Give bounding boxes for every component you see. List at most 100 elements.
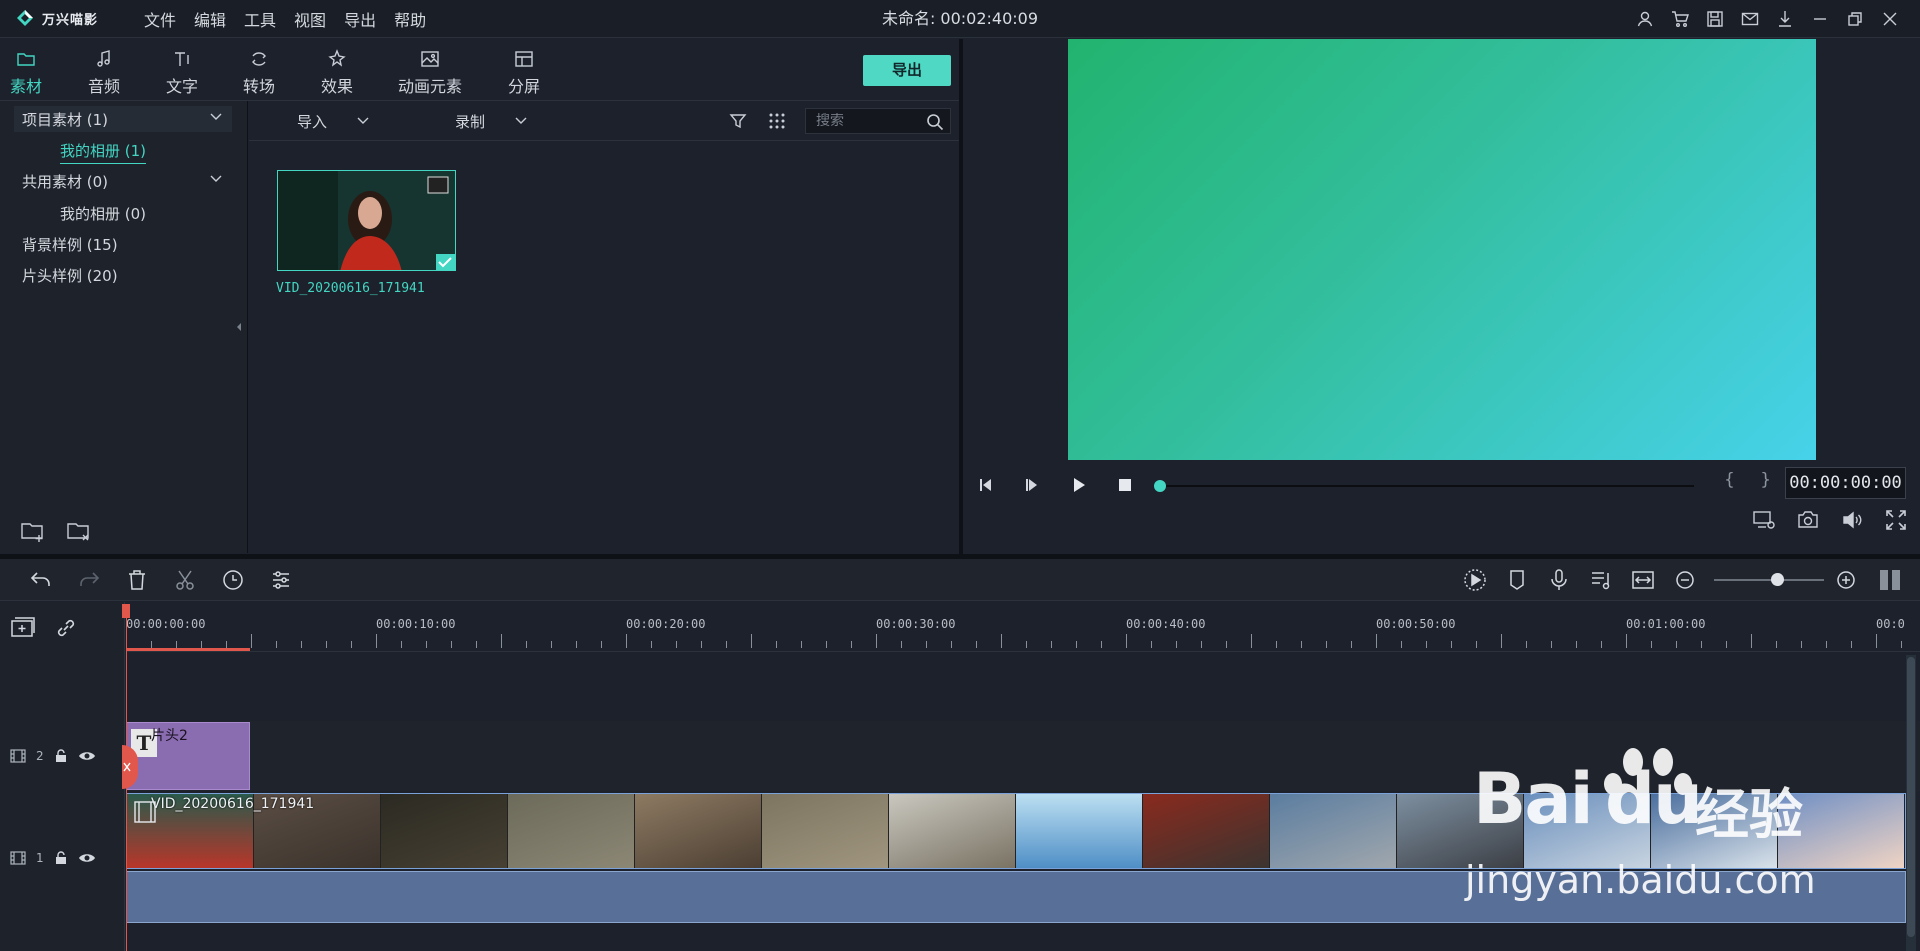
video-frame [1016,794,1143,868]
playhead-split-button[interactable] [122,745,138,789]
film-icon [10,851,26,865]
library-my-album-shared[interactable]: 我的相册 (0) [60,203,146,224]
audio-mixer-icon[interactable] [1588,567,1614,593]
mark-in-out-brackets[interactable]: { } [1724,470,1781,490]
eye-icon[interactable] [78,851,96,865]
tab-effects[interactable]: 效果 [321,49,353,97]
panel-toggle-icon[interactable] [1878,568,1902,592]
video-frame [762,794,889,868]
tab-media-label: 素材 [10,77,43,96]
render-settings-icon[interactable] [1752,508,1776,532]
zoom-out-icon[interactable] [1672,567,1698,593]
ruler-label: 00:01:00:00 [1626,617,1706,631]
tab-audio-label: 音频 [88,77,121,96]
title-clip-label: 片头2 [151,728,188,744]
prev-frame-button[interactable] [975,473,999,497]
library-project-media[interactable]: 项目素材 (1) [22,109,108,130]
scrubber-knob[interactable] [1154,480,1166,492]
export-button[interactable]: 导出 [863,55,951,86]
cart-icon[interactable] [1668,7,1692,31]
filter-icon[interactable] [729,112,747,130]
media-thumbnail[interactable] [277,170,456,271]
microphone-icon[interactable] [1546,567,1572,593]
adjust-sliders-icon[interactable] [268,567,294,593]
step-back-icon [980,479,991,491]
tab-elements[interactable]: 动画元素 [398,49,462,97]
menu-edit[interactable]: 编辑 [185,7,235,31]
speed-clock-icon[interactable] [220,567,246,593]
track-number: 1 [36,851,44,865]
next-frame-button[interactable] [1021,473,1045,497]
zoom-slider-knob[interactable] [1771,573,1784,586]
ruler-label: 00:00:30:00 [876,617,956,631]
video-clip-label: VID_20200616_171941 [151,796,315,812]
cut-icon[interactable] [172,567,198,593]
import-label: 导入 [297,112,328,131]
lock-icon[interactable] [54,749,68,763]
menu-export[interactable]: 导出 [335,7,385,31]
track-header-column [0,602,125,951]
grid-view-icon[interactable] [768,112,786,130]
download-icon[interactable] [1773,7,1797,31]
collapse-arrow-icon[interactable] [235,322,243,332]
lock-icon[interactable] [54,851,68,865]
library-background-samples[interactable]: 背景样例 (15) [22,234,118,255]
library-shared-media[interactable]: 共用素材 (0) [22,171,108,192]
tab-text[interactable]: 文字 [166,49,198,97]
new-folder-icon[interactable] [20,518,46,544]
timeline-ruler[interactable]: 00:00:00:00 00:00:10:00 00:00:20:00 00:0… [126,602,1920,652]
library-my-album-project[interactable]: 我的相册 (1) [60,140,147,164]
zoom-in-icon[interactable] [1833,567,1859,593]
title-clip[interactable]: T 片头2 [126,722,250,790]
search-icon[interactable] [926,113,944,131]
menu-view[interactable]: 视图 [285,7,335,31]
search-input[interactable] [816,113,926,129]
fullscreen-icon[interactable] [1884,508,1908,532]
minimize-icon[interactable] [1808,7,1832,31]
tab-media[interactable]: 素材 [8,49,45,107]
video-clip[interactable]: VID_20200616_171941 [126,793,1906,869]
chevron-down-icon[interactable] [209,174,223,184]
stop-button[interactable] [1113,473,1137,497]
tab-split-screen[interactable]: 分屏 [508,49,540,97]
eye-icon[interactable] [78,749,96,763]
scrollbar-thumb[interactable] [1907,657,1915,937]
zoom-slider[interactable] [1714,579,1824,581]
menu-tools[interactable]: 工具 [235,7,285,31]
link-icon[interactable] [54,616,78,640]
marker-icon[interactable] [1504,567,1530,593]
menu-file[interactable]: 文件 [135,7,185,31]
delete-icon[interactable] [124,567,150,593]
play-button[interactable] [1067,473,1091,497]
chevron-down-icon[interactable] [209,112,223,122]
timeline-edit-tools [28,567,294,593]
fit-timeline-icon[interactable] [1630,567,1656,593]
add-track-icon[interactable] [10,616,36,640]
close-icon[interactable] [1878,7,1902,31]
film-icon [134,801,156,823]
import-dropdown[interactable]: 导入 [297,101,369,141]
undo-icon[interactable] [28,567,54,593]
library-intro-samples[interactable]: 片头样例 (20) [22,265,118,286]
library-my-album-shared-label: 我的相册 (0) [60,205,147,223]
image-icon [421,51,439,67]
save-icon[interactable] [1703,7,1727,31]
record-dropdown[interactable]: 录制 [455,101,527,141]
restore-icon[interactable] [1843,7,1867,31]
media-panel [249,101,959,553]
redo-icon[interactable] [76,567,102,593]
menu-help[interactable]: 帮助 [385,7,435,31]
camera-icon[interactable] [1796,508,1820,532]
delete-folder-icon[interactable] [66,518,92,544]
audio-track-clip[interactable] [126,871,1906,923]
ruler-ticks [126,634,1902,648]
preview-scrubber[interactable] [1158,485,1694,487]
account-icon[interactable] [1633,7,1657,31]
render-preview-icon[interactable] [1462,567,1488,593]
ruler-label: 00:00:50:00 [1376,617,1456,631]
tab-transition[interactable]: 转场 [243,49,275,97]
volume-icon[interactable] [1840,508,1864,532]
playhead-handle[interactable] [122,604,130,618]
tab-audio[interactable]: 音频 [88,49,120,97]
mail-icon[interactable] [1738,7,1762,31]
